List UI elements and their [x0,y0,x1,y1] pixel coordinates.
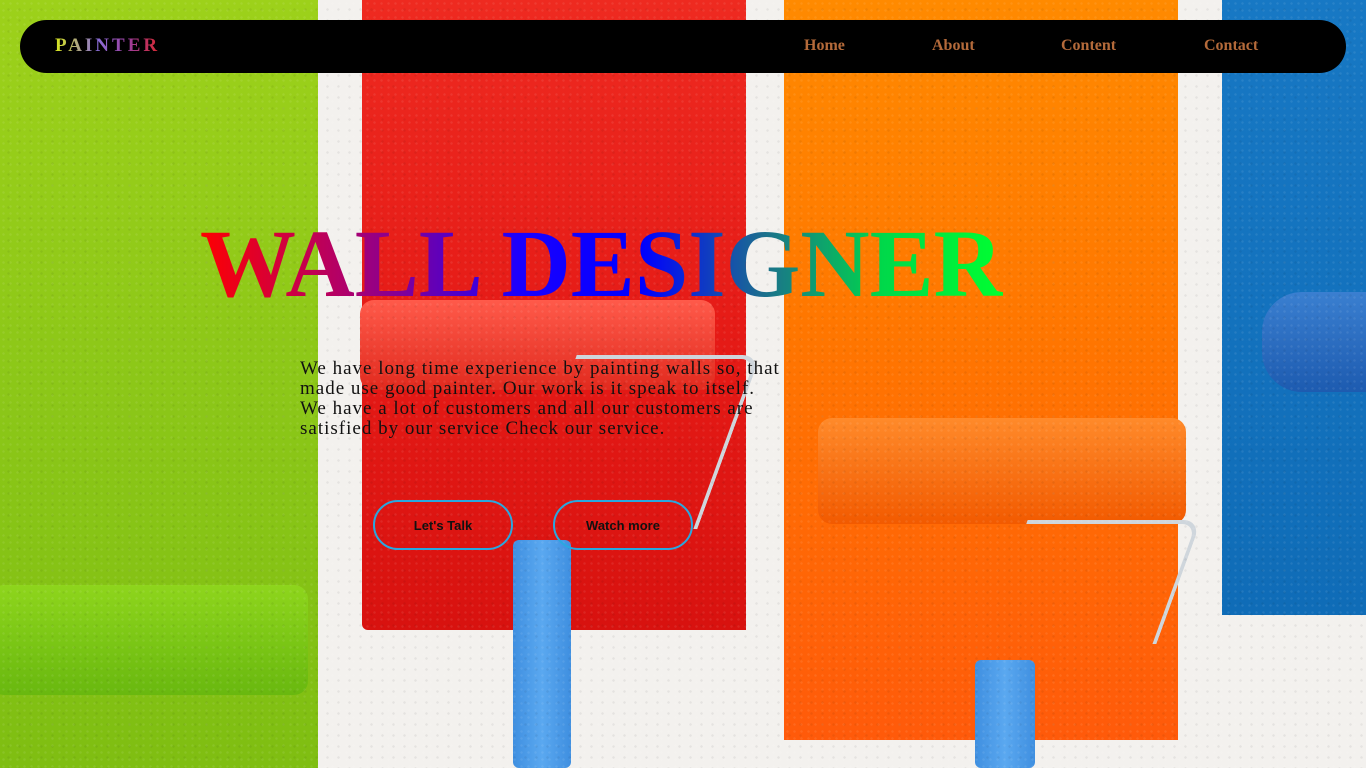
lets-talk-button[interactable]: Let's Talk [373,500,513,550]
hero-description: We have long time experience by painting… [300,358,780,439]
nav-link-content[interactable]: Content [1061,37,1116,55]
top-navbar: PAINTER Home About Content Contact [20,20,1346,73]
site-logo[interactable]: PAINTER [55,35,160,57]
nav-link-home[interactable]: Home [804,37,845,55]
hero-title: WALL DESIGNER [200,210,1003,317]
watch-more-button[interactable]: Watch more [553,500,693,550]
nav-link-about[interactable]: About [932,37,975,55]
nav-link-contact[interactable]: Contact [1204,37,1258,55]
